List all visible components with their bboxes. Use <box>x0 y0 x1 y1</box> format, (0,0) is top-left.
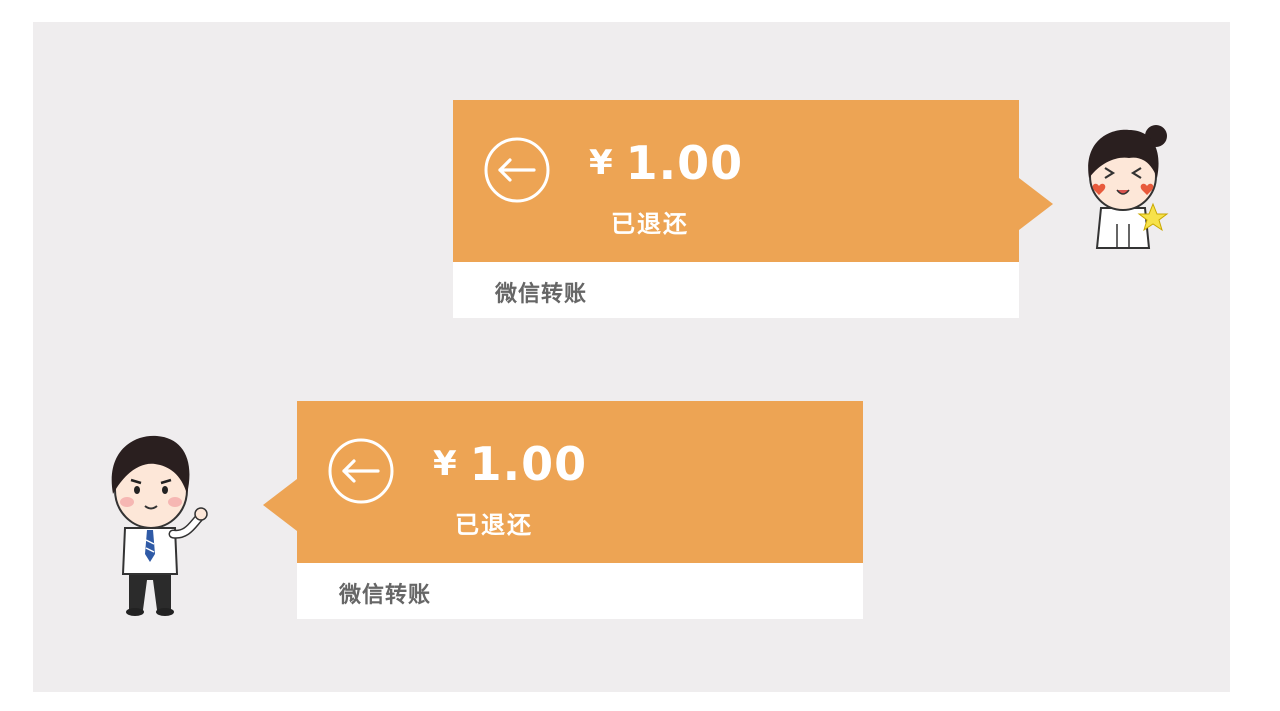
transfer-status: 已退还 <box>455 511 533 539</box>
return-arrow-icon <box>328 438 394 504</box>
currency-symbol: ¥ <box>433 444 458 484</box>
transfer-card-footer: 微信转账 <box>453 262 1019 318</box>
return-arrow-icon <box>484 137 550 203</box>
transfer-card-footer: 微信转账 <box>297 563 863 619</box>
bubble-tail <box>1019 178 1053 230</box>
transfer-amount: ¥1.00 <box>433 437 587 491</box>
transfer-message-received[interactable]: ¥1.00 已退还 微信转账 <box>453 100 1053 318</box>
transfer-amount: ¥1.00 <box>589 136 743 190</box>
chat-area: ¥1.00 已退还 微信转账 ¥ 1.00 已退还 微信转账 <box>33 22 1230 692</box>
bubble-tail <box>263 479 297 531</box>
transfer-message-sent[interactable]: ¥1.00 已退还 微信转账 <box>263 401 863 619</box>
amount-value: 1.00 <box>625 136 744 190</box>
currency-symbol: ¥ <box>589 143 614 183</box>
avatar-girl-icon[interactable] <box>1071 116 1183 252</box>
transfer-source-label: 微信转账 <box>339 583 432 608</box>
avatar-boy-icon[interactable] <box>95 424 215 620</box>
transfer-card-header[interactable]: ¥1.00 已退还 <box>453 100 1019 262</box>
amount-value: 1.00 <box>469 437 588 491</box>
transfer-status: 已退还 <box>611 210 689 238</box>
transfer-card-header[interactable]: ¥1.00 已退还 <box>297 401 863 563</box>
transfer-source-label: 微信转账 <box>495 282 588 307</box>
